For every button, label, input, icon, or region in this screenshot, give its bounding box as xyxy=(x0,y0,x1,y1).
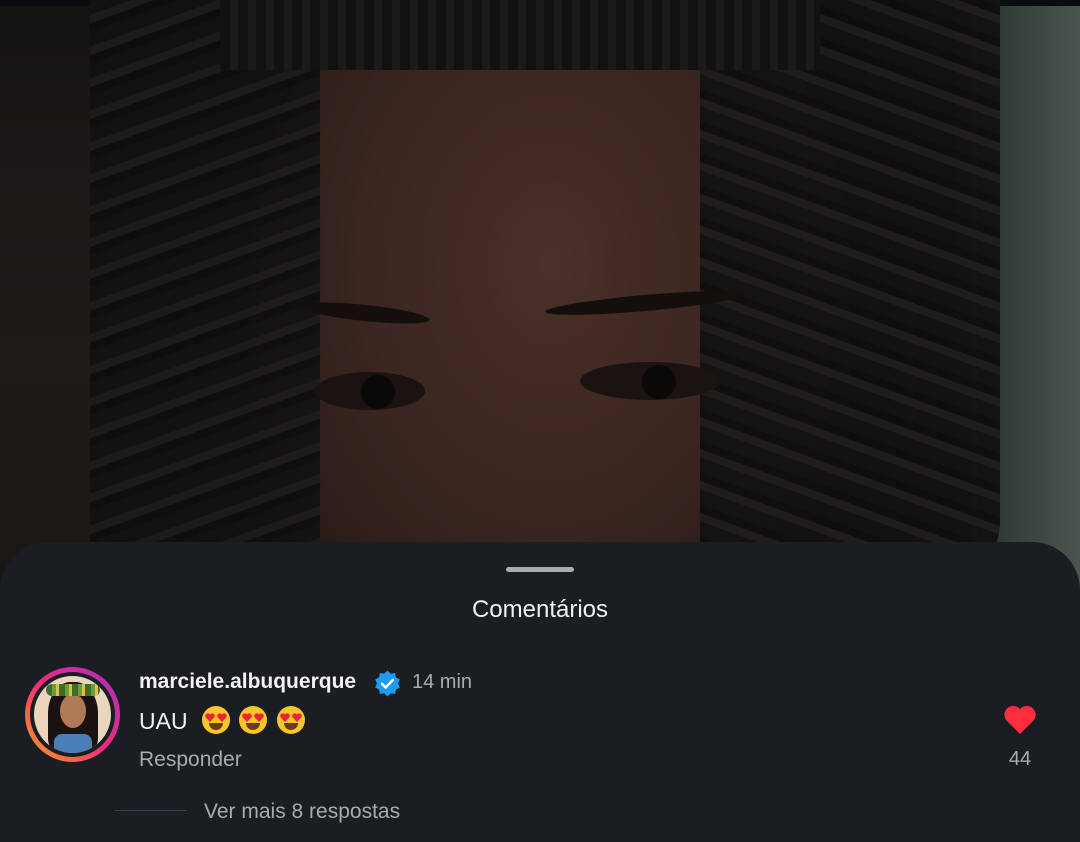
like-count: 44 xyxy=(1008,748,1032,770)
emoji-group xyxy=(201,706,308,740)
drag-handle[interactable] xyxy=(506,567,574,572)
verified-badge-icon xyxy=(375,670,400,697)
comment-timestamp: 14 min xyxy=(412,671,473,693)
heart-eyes-emoji xyxy=(276,706,305,734)
avatar-image xyxy=(34,676,111,753)
reply-button[interactable]: Responder xyxy=(139,748,242,772)
comment-text: UAU xyxy=(139,708,188,734)
avatar[interactable] xyxy=(25,667,120,762)
replies-divider xyxy=(115,810,187,811)
heart-icon[interactable] xyxy=(1003,704,1037,736)
braids-left xyxy=(90,0,320,600)
heart-eyes-emoji xyxy=(201,706,230,734)
comments-sheet: Comentários marciele.albuquerque 14 min … xyxy=(0,542,1080,842)
comment-body: UAU xyxy=(139,706,308,740)
video-background[interactable] xyxy=(0,0,1080,600)
eye-left xyxy=(315,372,425,410)
hair-top xyxy=(220,0,820,70)
sheet-title: Comentários xyxy=(471,596,609,623)
eye-right xyxy=(580,362,720,400)
view-more-replies-button[interactable]: Ver mais 8 respostas xyxy=(204,800,400,824)
comment-username[interactable]: marciele.albuquerque xyxy=(139,670,356,694)
heart-eyes-emoji xyxy=(239,706,268,734)
braids-right xyxy=(700,0,1000,600)
